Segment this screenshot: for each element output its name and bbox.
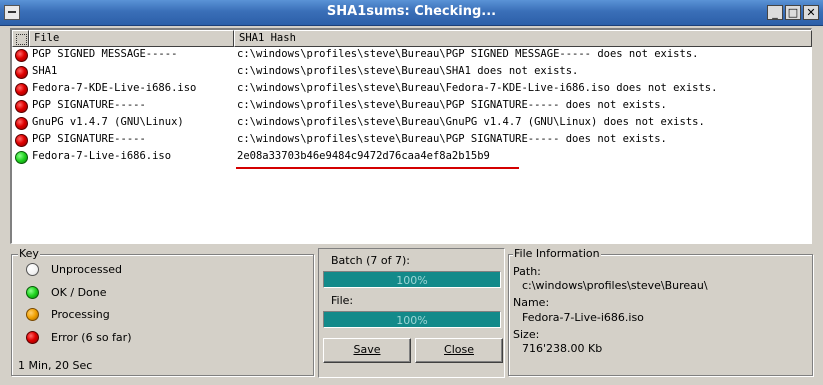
key-label: Processing [51, 308, 110, 321]
size-label: Size: [513, 328, 540, 341]
progress-panel: Batch (7 of 7): 100% File: 100% Save Clo… [318, 248, 505, 378]
file-progress-label: File: [331, 294, 354, 307]
file-name: GnuPG v1.4.7 (GNU\Linux) [32, 116, 184, 128]
hash-result: c:\windows\profiles\steve\Bureau\SHA1 do… [237, 65, 579, 77]
error-status-icon [15, 66, 28, 79]
hash-result: c:\windows\profiles\steve\Bureau\PGP SIG… [237, 99, 667, 111]
table-row[interactable]: PGP SIGNED MESSAGE----- c:\windows\profi… [12, 47, 812, 64]
ok-status-icon [26, 286, 39, 299]
file-name: PGP SIGNATURE----- [32, 133, 146, 145]
file-progress-bar: 100% [323, 311, 501, 328]
file-information-title: File Information [513, 247, 601, 260]
close-button[interactable]: Close [415, 338, 503, 363]
error-status-icon [15, 134, 28, 147]
close-window-button[interactable]: ✕ [803, 5, 819, 20]
error-status-icon [26, 331, 39, 344]
file-information-panel: File Information Path: c:\windows\profil… [508, 247, 813, 376]
hash-result: c:\windows\profiles\steve\Bureau\Fedora-… [237, 82, 718, 94]
table-row[interactable]: SHA1 c:\windows\profiles\steve\Bureau\SH… [12, 64, 812, 81]
key-label: Error (6 so far) [51, 331, 132, 344]
table-row[interactable]: Fedora-7-Live-i686.iso 2e08a33703b46e948… [12, 149, 812, 166]
batch-progress-bar: 100% [323, 271, 501, 288]
window-title: SHA1sums: Checking... [326, 4, 497, 19]
table-row[interactable]: PGP SIGNATURE----- c:\windows\profiles\s… [12, 98, 812, 115]
name-label: Name: [513, 296, 550, 309]
unprocessed-status-icon [26, 263, 39, 276]
save-button[interactable]: Save [323, 338, 411, 363]
ok-status-icon [15, 151, 28, 164]
batch-label: Batch (7 of 7): [331, 254, 410, 267]
title-bar: SHA1sums: Checking... _ □ ✕ [0, 0, 823, 26]
processing-status-icon [26, 308, 39, 321]
hash-result: c:\windows\profiles\steve\Bureau\GnuPG v… [237, 116, 705, 128]
batch-progress-text: 100% [396, 274, 428, 287]
column-file[interactable]: File [29, 30, 234, 47]
save-button-label: Save [353, 343, 381, 356]
error-status-icon [15, 49, 28, 62]
hash-result: c:\windows\profiles\steve\Bureau\PGP SIG… [237, 48, 699, 60]
table-row[interactable]: Fedora-7-KDE-Live-i686.iso c:\windows\pr… [12, 81, 812, 98]
error-status-icon [15, 117, 28, 130]
file-name: Fedora-7-KDE-Live-i686.iso [32, 82, 197, 94]
file-name: PGP SIGNATURE----- [32, 99, 146, 111]
close-button-label: Close [444, 343, 474, 356]
key-label: Unprocessed [51, 263, 123, 276]
hash-result: c:\windows\profiles\steve\Bureau\PGP SIG… [237, 133, 667, 145]
error-status-icon [15, 83, 28, 96]
key-panel: Key Unprocessed OK / Done Processing Err… [11, 247, 314, 376]
table-row[interactable]: GnuPG v1.4.7 (GNU\Linux) c:\windows\prof… [12, 115, 812, 132]
key-label: OK / Done [51, 286, 107, 299]
elapsed-time: 1 Min, 20 Sec [18, 359, 93, 372]
file-name: SHA1 [32, 65, 58, 77]
minimize-button[interactable]: _ [767, 5, 783, 20]
name-value: Fedora-7-Live-i686.iso [522, 311, 644, 324]
file-name: PGP SIGNED MESSAGE----- [32, 48, 178, 60]
file-name: Fedora-7-Live-i686.iso [32, 150, 172, 162]
size-value: 716'238.00 Kb [522, 342, 603, 355]
file-list[interactable]: File SHA1 Hash PGP SIGNED MESSAGE----- c… [10, 28, 812, 244]
path-label: Path: [513, 265, 541, 278]
error-status-icon [15, 100, 28, 113]
column-sha1-hash[interactable]: SHA1 Hash [234, 30, 812, 47]
file-progress-text: 100% [396, 314, 428, 327]
hash-highlight-underline [236, 167, 519, 169]
select-all-column[interactable] [12, 30, 29, 47]
list-header: File SHA1 Hash [12, 30, 812, 47]
hash-result: 2e08a33703b46e9484c9472d76caa4ef8a2b15b9 [237, 150, 490, 162]
maximize-button[interactable]: □ [785, 5, 801, 20]
table-row[interactable]: PGP SIGNATURE----- c:\windows\profiles\s… [12, 132, 812, 149]
path-value: c:\windows\profiles\steve\Bureau\ [522, 279, 708, 292]
key-panel-title: Key [18, 247, 40, 260]
